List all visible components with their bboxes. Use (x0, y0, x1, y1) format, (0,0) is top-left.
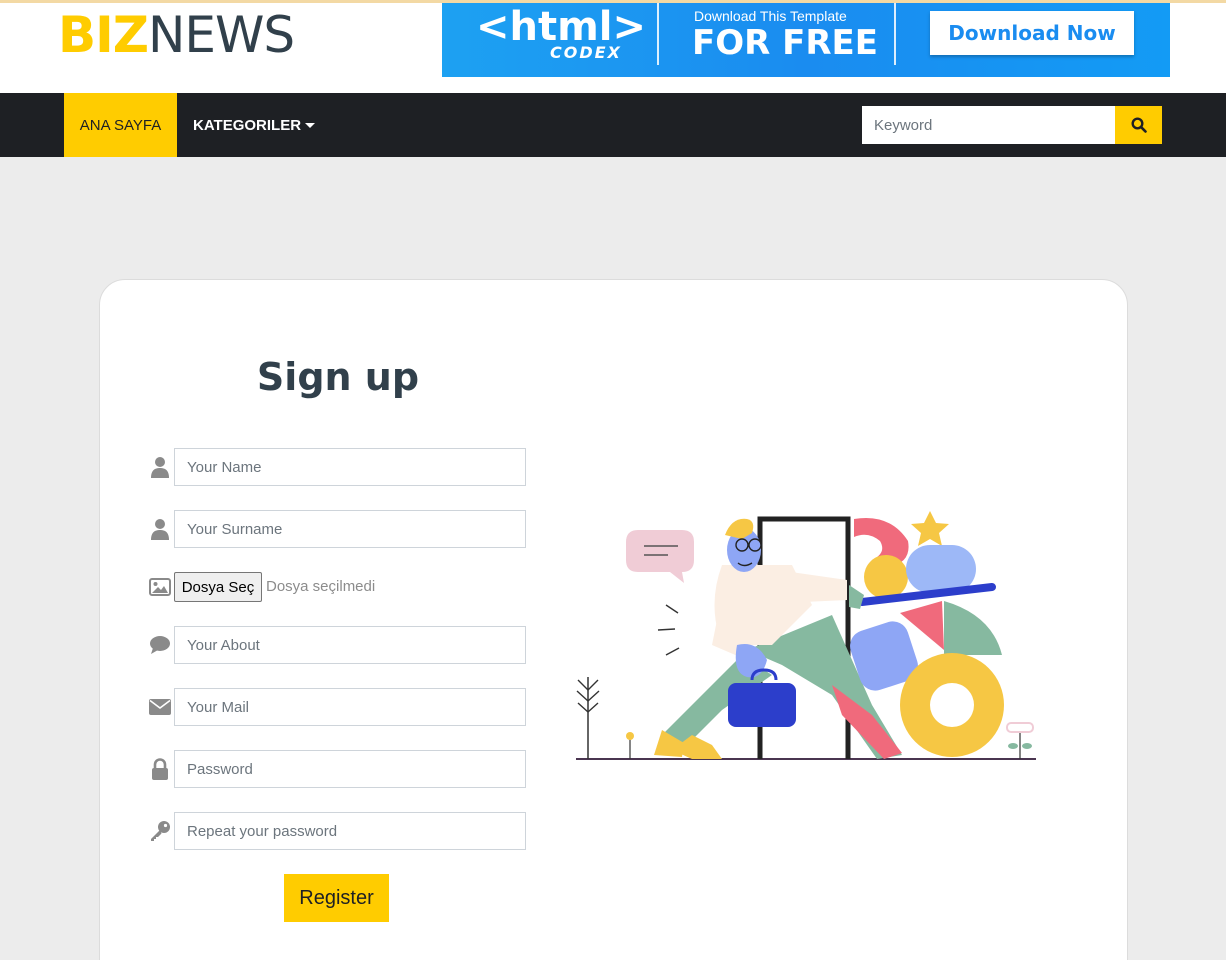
banner-divider (657, 3, 659, 65)
nav-home-link[interactable]: ANA SAYFA (64, 93, 177, 157)
comment-icon (148, 633, 172, 657)
ad-banner[interactable]: <html> CODEX Download This Template FOR … (442, 3, 1170, 77)
download-now-button[interactable]: Download Now (930, 11, 1134, 55)
main-navbar: ANA SAYFA KATEGORILER (0, 93, 1226, 157)
register-button[interactable]: Register (284, 874, 389, 922)
repeat-password-input[interactable] (174, 812, 526, 850)
page-title: Sign up (256, 355, 420, 399)
key-icon (148, 819, 172, 843)
banner-divider (894, 3, 896, 65)
envelope-icon (148, 695, 172, 719)
image-icon (148, 575, 172, 599)
signup-illustration (576, 511, 1036, 760)
banner-brand-sub: CODEX (550, 43, 622, 62)
lock-icon (148, 757, 172, 781)
banner-tagline-big: FOR FREE (692, 23, 879, 63)
file-status-text: Dosya seçilmedi (266, 578, 376, 595)
search-button[interactable] (1115, 106, 1162, 144)
banner-tagline-small: Download This Template (694, 8, 847, 24)
nav-categories-label: KATEGORILER (193, 116, 302, 134)
about-input[interactable] (174, 626, 526, 664)
logo-news: NEWS (147, 6, 295, 64)
name-input[interactable] (174, 448, 526, 486)
user-icon (148, 517, 172, 541)
site-header: BIZNEWS <html> CODEX Download This Templ… (0, 3, 1226, 93)
logo-biz: BIZ (58, 6, 149, 64)
caret-down-icon (305, 122, 316, 128)
search-icon (1130, 117, 1147, 133)
surname-input[interactable] (174, 510, 526, 548)
user-icon (148, 455, 172, 479)
mail-input[interactable] (174, 688, 526, 726)
nav-categories-dropdown[interactable]: KATEGORILER (193, 93, 316, 157)
password-input[interactable] (174, 750, 526, 788)
choose-file-button[interactable]: Dosya Seç (174, 572, 262, 602)
site-logo[interactable]: BIZNEWS (58, 5, 295, 65)
search-input[interactable] (862, 106, 1115, 144)
